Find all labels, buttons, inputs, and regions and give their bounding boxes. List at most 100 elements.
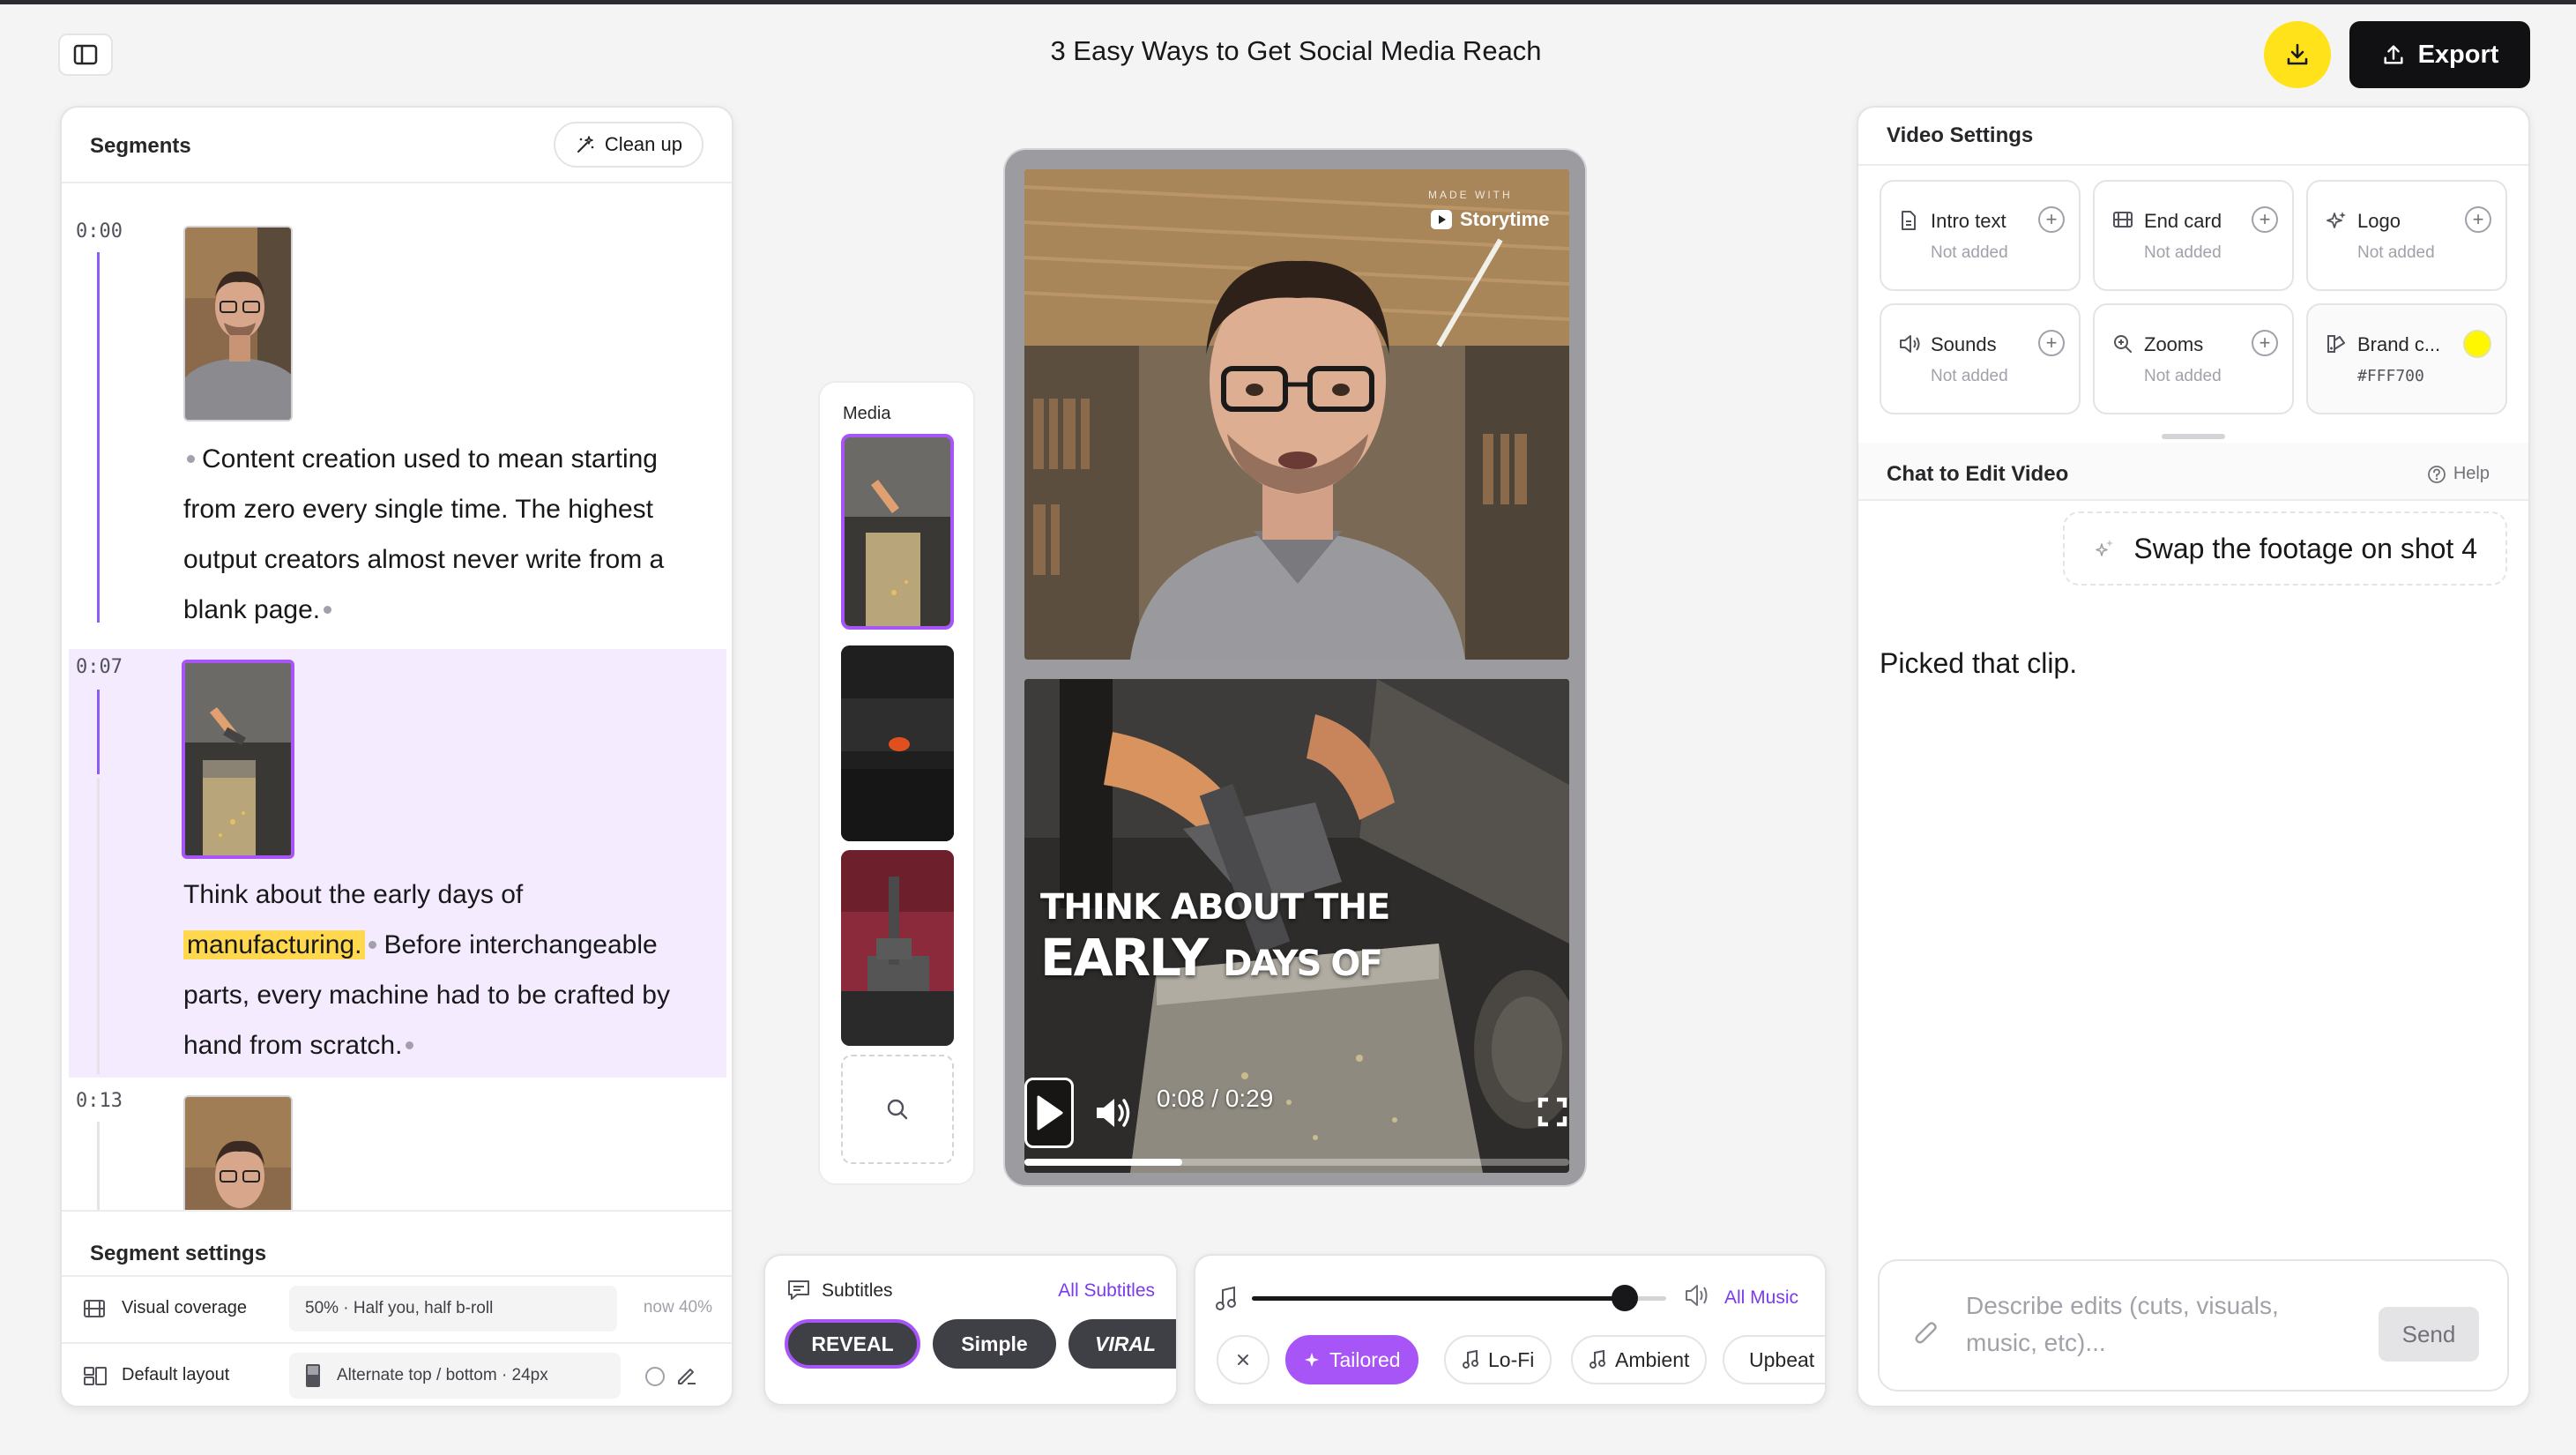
subtitles-icon: [788, 1280, 809, 1300]
bullet-dot: [324, 605, 332, 614]
default-layout-text: Alternate top / bottom · 24px: [337, 1366, 548, 1384]
music-chip-lofi[interactable]: Lo-Fi: [1444, 1335, 1552, 1384]
document-icon: [1902, 211, 1916, 230]
music-note-icon: [1590, 1350, 1605, 1369]
brand-color-hex: #FFF700: [2357, 367, 2424, 385]
add-icon[interactable]: +: [2038, 206, 2065, 233]
edit-icon[interactable]: [675, 1363, 698, 1386]
watermark-made-with: MADE WITH: [1428, 189, 1513, 201]
chat-input-box[interactable]: Describe edits (cuts, visuals, music, et…: [1878, 1259, 2509, 1392]
clean-up-button[interactable]: Clean up: [553, 122, 704, 168]
media-label: Media: [843, 404, 891, 423]
volume-icon[interactable]: [1093, 1095, 1132, 1130]
dark-clip-thumbnail: [841, 645, 954, 841]
default-layout-value[interactable]: Alternate top / bottom · 24px: [289, 1353, 621, 1399]
sidebar-toggle-button[interactable]: [58, 34, 113, 76]
media-search-button[interactable]: [841, 1055, 954, 1164]
toggle-circle-icon[interactable]: [644, 1365, 666, 1388]
video-settings-title: Video Settings: [1887, 123, 2034, 147]
chat-input[interactable]: Describe edits (cuts, visuals, music, et…: [1966, 1287, 2354, 1362]
assistant-message: Picked that clip.: [1880, 647, 2078, 679]
film-icon: [84, 1300, 105, 1317]
playback-progress-fill: [1024, 1159, 1183, 1166]
highlighted-word[interactable]: manufacturing.: [183, 930, 366, 959]
playback-progress-track[interactable]: [1024, 1159, 1569, 1166]
music-volume-slider[interactable]: [1252, 1285, 1666, 1311]
send-button[interactable]: Send: [2379, 1307, 2479, 1362]
segment-text-1[interactable]: Content creation used to mean starting f…: [183, 434, 712, 635]
subtitle-style-reveal[interactable]: REVEAL: [785, 1319, 920, 1369]
music-chip-ambient[interactable]: Ambient: [1571, 1335, 1708, 1384]
visual-coverage-value[interactable]: 50% · Half you, half b-roll: [289, 1286, 617, 1332]
visual-coverage-note: now 40%: [643, 1298, 712, 1317]
play-icon: [1037, 1095, 1063, 1130]
visual-coverage-row[interactable]: Visual coverage 50% · Half you, half b-r…: [62, 1275, 732, 1340]
segments-title: Segments: [90, 134, 191, 158]
segment-transcript-before: Think about the early days of: [183, 880, 524, 909]
media-thumbnail[interactable]: [841, 850, 954, 1046]
search-icon: [887, 1099, 908, 1120]
sparkle-icon: [2327, 212, 2346, 228]
subtitles-panel: Subtitles All Subtitles REVEAL Simple VI…: [763, 1254, 1178, 1406]
sparkle-icon: [2096, 540, 2114, 556]
subtitle-style-simple[interactable]: Simple: [933, 1319, 1056, 1369]
music-chip-label: Ambient: [1615, 1347, 1690, 1371]
segment-timestamp: 0:00: [76, 220, 123, 242]
card-status: Not added: [1931, 243, 2008, 262]
play-button[interactable]: [1024, 1078, 1074, 1148]
sounds-card[interactable]: Sounds Not added +: [1880, 303, 2081, 414]
end-card-card[interactable]: End card Not added +: [2093, 180, 2294, 291]
brand-color-card[interactable]: Brand c... #FFF700: [2306, 303, 2507, 414]
card-title: Logo: [2357, 210, 2401, 232]
download-button[interactable]: [2264, 21, 2331, 88]
default-layout-row[interactable]: Default layout Alternate top / bottom · …: [62, 1342, 732, 1406]
subtitle-style-viral[interactable]: VIRAL: [1068, 1319, 1176, 1369]
export-button[interactable]: Export: [2349, 21, 2530, 88]
all-subtitles-link[interactable]: All Subtitles: [1058, 1280, 1155, 1302]
speaker-icon[interactable]: [1684, 1282, 1710, 1309]
paperclip-icon[interactable]: [1913, 1319, 1939, 1349]
segment-text-2[interactable]: Think about the early days of manufactur…: [183, 869, 712, 1071]
music-none-button[interactable]: [1217, 1335, 1269, 1384]
zooms-card[interactable]: Zooms Not added +: [2093, 303, 2294, 414]
watermark-brand-text: Storytime: [1460, 208, 1550, 230]
media-strip: Media: [818, 381, 975, 1185]
page-title: 3 Easy Ways to Get Social Media Reach: [1050, 35, 1542, 66]
window-top-border: [0, 0, 2576, 4]
intro-text-card[interactable]: Intro text Not added +: [1880, 180, 2081, 291]
segment-thumbnail[interactable]: [183, 226, 293, 422]
resize-handle[interactable]: [2162, 434, 2225, 439]
bullet-dot: [406, 1041, 414, 1049]
user-message: Swap the footage on shot 4: [2063, 511, 2507, 586]
help-button[interactable]: Help: [2427, 464, 2490, 484]
add-icon[interactable]: +: [2465, 206, 2491, 233]
chat-title: Chat to Edit Video: [1887, 462, 2069, 486]
brand-color-swatch[interactable]: [2463, 330, 2491, 358]
media-thumbnail[interactable]: [841, 645, 954, 841]
segment-timestamp: 0:07: [76, 656, 123, 678]
segment-thumbnail-active[interactable]: [182, 660, 294, 859]
fullscreen-icon[interactable]: [1537, 1097, 1567, 1127]
forge-thumbnail: [185, 663, 291, 855]
music-note-icon: [1463, 1350, 1478, 1369]
watermark-brand: Storytime: [1430, 208, 1549, 231]
music-chip-upbeat[interactable]: Upbeat: [1723, 1335, 1825, 1384]
film-icon: [2113, 212, 2133, 228]
clean-up-label: Clean up: [604, 133, 682, 155]
segment-timeline-track: [97, 1122, 100, 1210]
logo-card[interactable]: Logo Not added +: [2306, 180, 2507, 291]
music-volume-knob[interactable]: [1612, 1285, 1638, 1311]
video-preview[interactable]: MADE WITH Storytime THINK ABOUT THE EARL…: [1003, 148, 1587, 1187]
add-icon[interactable]: +: [2038, 330, 2065, 356]
add-icon[interactable]: +: [2252, 206, 2278, 233]
media-thumbnail-selected[interactable]: [841, 434, 954, 630]
music-chip-tailored[interactable]: Tailored: [1285, 1335, 1418, 1384]
all-music-link[interactable]: All Music: [1724, 1287, 1798, 1309]
upload-icon: [2384, 45, 2403, 64]
default-layout-label: Default layout: [122, 1365, 230, 1384]
card-title: Intro text: [1931, 210, 2006, 232]
card-title: Zooms: [2144, 333, 2204, 355]
music-volume-fill: [1252, 1296, 1625, 1301]
add-icon[interactable]: +: [2252, 330, 2278, 356]
segment-settings: Segment settings Visual coverage 50% · H…: [62, 1210, 732, 1406]
